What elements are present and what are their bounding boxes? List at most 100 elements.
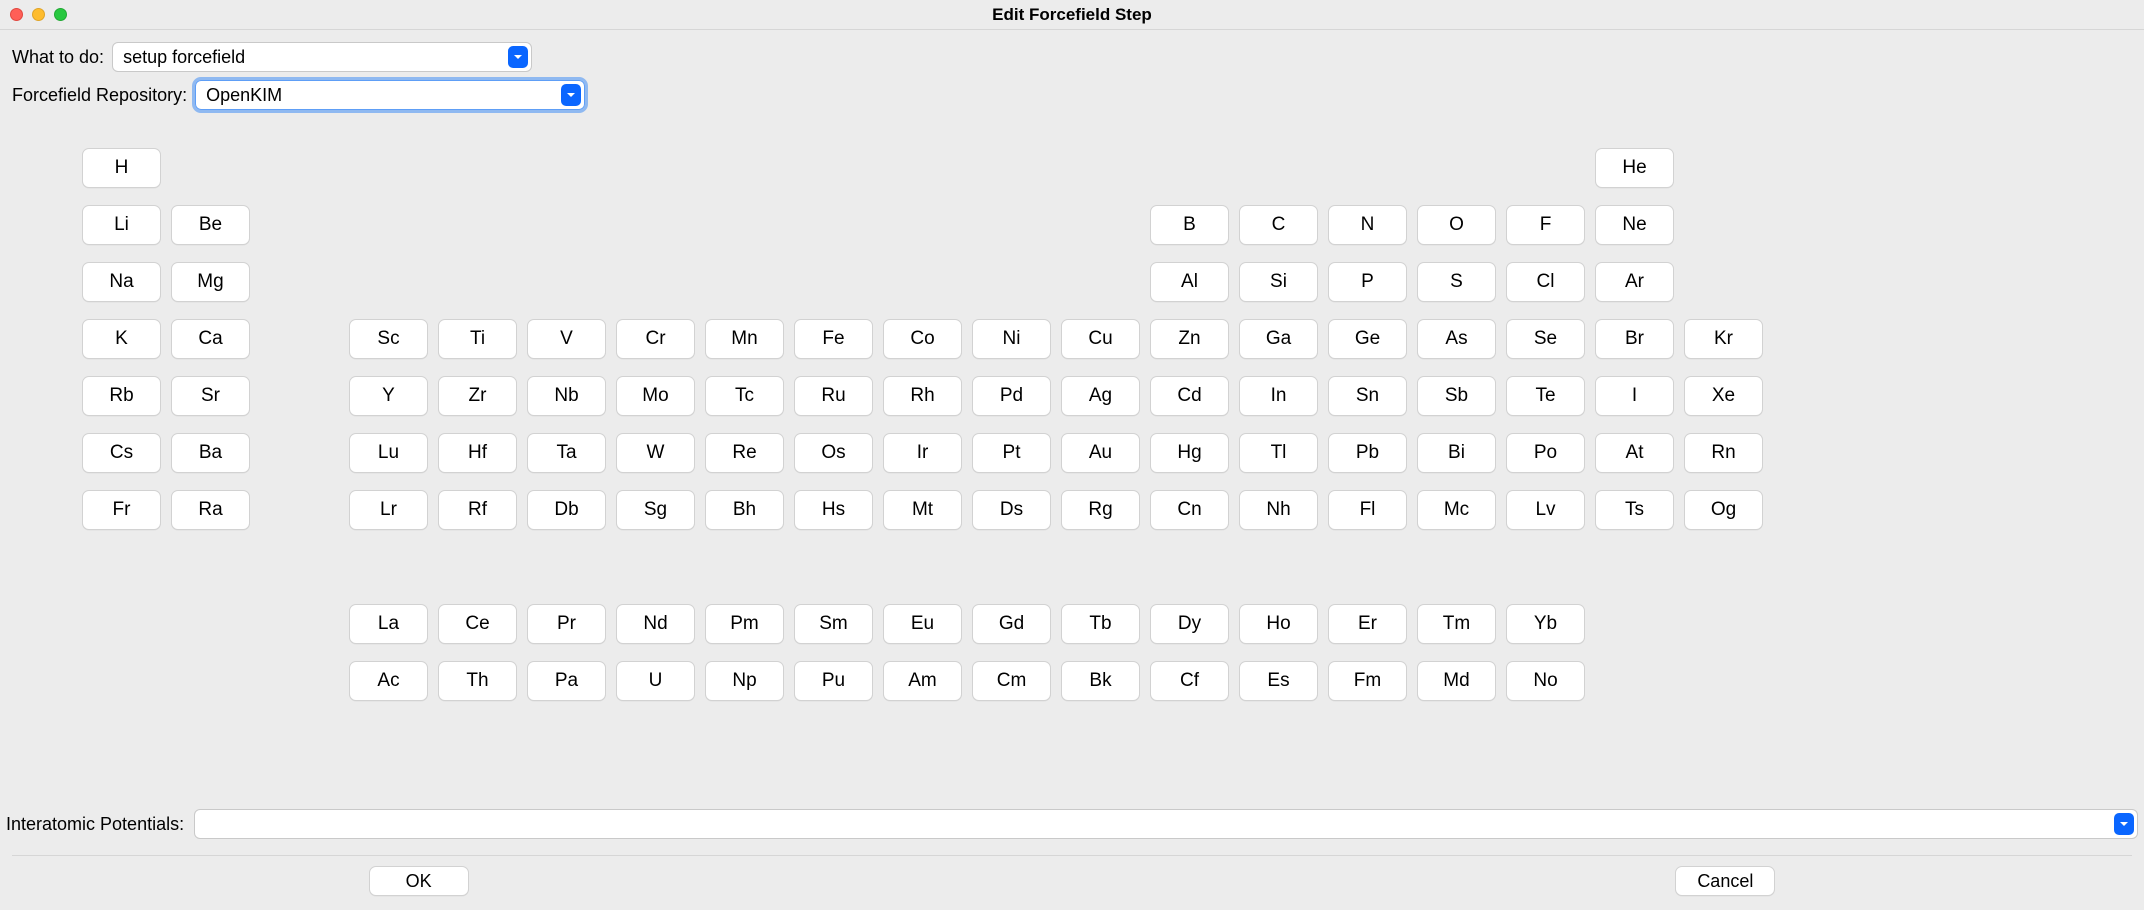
element-he[interactable]: He	[1595, 148, 1674, 188]
element-ba[interactable]: Ba	[171, 433, 250, 473]
element-np[interactable]: Np	[705, 661, 784, 701]
element-cd[interactable]: Cd	[1150, 376, 1229, 416]
element-md[interactable]: Md	[1417, 661, 1496, 701]
what-to-do-select[interactable]: setup forcefield	[112, 42, 532, 72]
element-gd[interactable]: Gd	[972, 604, 1051, 644]
element-y[interactable]: Y	[349, 376, 428, 416]
element-se[interactable]: Se	[1506, 319, 1585, 359]
element-au[interactable]: Au	[1061, 433, 1140, 473]
element-sr[interactable]: Sr	[171, 376, 250, 416]
element-la[interactable]: La	[349, 604, 428, 644]
element-pm[interactable]: Pm	[705, 604, 784, 644]
element-nb[interactable]: Nb	[527, 376, 606, 416]
element-sb[interactable]: Sb	[1417, 376, 1496, 416]
element-er[interactable]: Er	[1328, 604, 1407, 644]
element-c[interactable]: C	[1239, 205, 1318, 245]
cancel-button[interactable]: Cancel	[1675, 866, 1775, 896]
element-ir[interactable]: Ir	[883, 433, 962, 473]
element-v[interactable]: V	[527, 319, 606, 359]
element-h[interactable]: H	[82, 148, 161, 188]
element-u[interactable]: U	[616, 661, 695, 701]
element-ts[interactable]: Ts	[1595, 490, 1674, 530]
element-ni[interactable]: Ni	[972, 319, 1051, 359]
element-sn[interactable]: Sn	[1328, 376, 1407, 416]
element-rg[interactable]: Rg	[1061, 490, 1140, 530]
element-ag[interactable]: Ag	[1061, 376, 1140, 416]
element-ac[interactable]: Ac	[349, 661, 428, 701]
element-ds[interactable]: Ds	[972, 490, 1051, 530]
element-hs[interactable]: Hs	[794, 490, 873, 530]
element-mc[interactable]: Mc	[1417, 490, 1496, 530]
element-os[interactable]: Os	[794, 433, 873, 473]
chevron-down-icon[interactable]	[2114, 813, 2134, 835]
element-sm[interactable]: Sm	[794, 604, 873, 644]
element-pu[interactable]: Pu	[794, 661, 873, 701]
element-s[interactable]: S	[1417, 262, 1496, 302]
chevron-down-icon[interactable]	[508, 46, 528, 68]
element-hg[interactable]: Hg	[1150, 433, 1229, 473]
element-cu[interactable]: Cu	[1061, 319, 1140, 359]
element-ne[interactable]: Ne	[1595, 205, 1674, 245]
element-re[interactable]: Re	[705, 433, 784, 473]
element-bh[interactable]: Bh	[705, 490, 784, 530]
element-cn[interactable]: Cn	[1150, 490, 1229, 530]
element-mo[interactable]: Mo	[616, 376, 695, 416]
element-b[interactable]: B	[1150, 205, 1229, 245]
element-na[interactable]: Na	[82, 262, 161, 302]
element-k[interactable]: K	[82, 319, 161, 359]
element-lu[interactable]: Lu	[349, 433, 428, 473]
element-n[interactable]: N	[1328, 205, 1407, 245]
element-ca[interactable]: Ca	[171, 319, 250, 359]
element-ru[interactable]: Ru	[794, 376, 873, 416]
element-ho[interactable]: Ho	[1239, 604, 1318, 644]
element-rf[interactable]: Rf	[438, 490, 517, 530]
chevron-down-icon[interactable]	[561, 84, 581, 106]
element-in[interactable]: In	[1239, 376, 1318, 416]
element-rb[interactable]: Rb	[82, 376, 161, 416]
element-fe[interactable]: Fe	[794, 319, 873, 359]
element-pa[interactable]: Pa	[527, 661, 606, 701]
element-w[interactable]: W	[616, 433, 695, 473]
element-mg[interactable]: Mg	[171, 262, 250, 302]
element-fm[interactable]: Fm	[1328, 661, 1407, 701]
element-te[interactable]: Te	[1506, 376, 1585, 416]
element-xe[interactable]: Xe	[1684, 376, 1763, 416]
element-be[interactable]: Be	[171, 205, 250, 245]
element-db[interactable]: Db	[527, 490, 606, 530]
element-fl[interactable]: Fl	[1328, 490, 1407, 530]
element-ar[interactable]: Ar	[1595, 262, 1674, 302]
element-si[interactable]: Si	[1239, 262, 1318, 302]
element-tm[interactable]: Tm	[1417, 604, 1496, 644]
element-dy[interactable]: Dy	[1150, 604, 1229, 644]
minimize-icon[interactable]	[32, 8, 45, 21]
element-ti[interactable]: Ti	[438, 319, 517, 359]
element-pr[interactable]: Pr	[527, 604, 606, 644]
element-al[interactable]: Al	[1150, 262, 1229, 302]
element-o[interactable]: O	[1417, 205, 1496, 245]
zoom-icon[interactable]	[54, 8, 67, 21]
element-pd[interactable]: Pd	[972, 376, 1051, 416]
element-mt[interactable]: Mt	[883, 490, 962, 530]
element-am[interactable]: Am	[883, 661, 962, 701]
element-lr[interactable]: Lr	[349, 490, 428, 530]
element-sg[interactable]: Sg	[616, 490, 695, 530]
element-f[interactable]: F	[1506, 205, 1585, 245]
potentials-select[interactable]	[194, 809, 2138, 839]
element-yb[interactable]: Yb	[1506, 604, 1585, 644]
element-nd[interactable]: Nd	[616, 604, 695, 644]
element-br[interactable]: Br	[1595, 319, 1674, 359]
element-ga[interactable]: Ga	[1239, 319, 1318, 359]
element-zr[interactable]: Zr	[438, 376, 517, 416]
element-no[interactable]: No	[1506, 661, 1585, 701]
element-at[interactable]: At	[1595, 433, 1674, 473]
element-eu[interactable]: Eu	[883, 604, 962, 644]
element-ge[interactable]: Ge	[1328, 319, 1407, 359]
element-ra[interactable]: Ra	[171, 490, 250, 530]
element-tb[interactable]: Tb	[1061, 604, 1140, 644]
repo-select[interactable]: OpenKIM	[195, 80, 585, 110]
element-co[interactable]: Co	[883, 319, 962, 359]
element-cs[interactable]: Cs	[82, 433, 161, 473]
element-es[interactable]: Es	[1239, 661, 1318, 701]
element-rh[interactable]: Rh	[883, 376, 962, 416]
element-zn[interactable]: Zn	[1150, 319, 1229, 359]
